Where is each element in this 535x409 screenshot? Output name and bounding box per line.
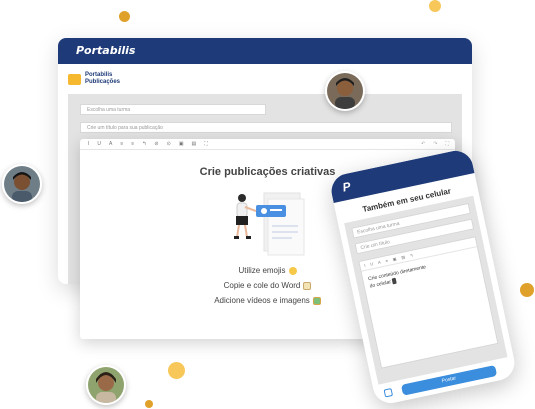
publicacoes-logo: Portabilis Publicações <box>68 72 120 86</box>
user-avatar <box>86 365 126 405</box>
sub-brand-line2: Publicações <box>85 79 121 85</box>
attach-image-icon[interactable] <box>383 387 394 398</box>
user-avatar <box>325 71 365 111</box>
font-size-button[interactable]: A <box>378 260 382 265</box>
user-avatar <box>2 164 42 204</box>
feature-text: Copie e cole do Word <box>223 281 301 290</box>
memo-emoji-icon <box>303 281 312 290</box>
brand-logo: Portabilis <box>76 44 136 57</box>
phone-emoji-icon <box>391 277 397 285</box>
chat-bubble-icon <box>68 73 81 85</box>
decorative-dot <box>145 400 153 408</box>
fullscreen-button[interactable]: ⛶ <box>204 141 208 147</box>
title-input[interactable]: Crie um título para sua publicação <box>80 122 452 133</box>
underline-button[interactable]: U <box>97 141 101 147</box>
italic-button[interactable]: I <box>364 263 366 268</box>
decorative-dot <box>119 11 130 22</box>
picture-emoji-icon <box>312 296 321 305</box>
feature-text: Adicione vídeos e imagens <box>214 296 310 305</box>
decorative-dot <box>429 0 441 12</box>
align-button[interactable]: ≡ <box>131 141 134 147</box>
feature-text: Utilize emojis <box>238 266 286 275</box>
link-button[interactable]: ↰ <box>409 253 413 259</box>
smile-emoji-icon <box>288 266 297 275</box>
phone-editor[interactable]: I U A ≡ ▣ ▤ ↰ Crie conteúdo diretamente … <box>358 236 499 369</box>
list-button[interactable]: ≡ <box>385 258 388 263</box>
clear-format-button[interactable]: ⊘ <box>154 141 158 147</box>
sub-brand-line1: Portabilis <box>85 72 113 78</box>
phone-mockup: P Também em seu celular Escolha uma turm… <box>328 147 518 407</box>
font-size-button[interactable]: A <box>109 141 112 147</box>
decorative-dot <box>168 362 185 379</box>
list-button[interactable]: ≡ <box>120 141 123 147</box>
phone-form-panel: Escolha uma turma Crie um título I U A ≡… <box>344 195 508 385</box>
link-button[interactable]: ↰ <box>142 141 146 147</box>
table-button[interactable]: ▤ <box>192 141 197 147</box>
decorative-dot <box>520 283 534 297</box>
redo-button[interactable]: ↷ <box>433 141 437 147</box>
image-button[interactable]: ▣ <box>392 256 397 262</box>
expand-button[interactable]: ⛶ <box>445 141 449 147</box>
emoji-button[interactable]: ⊙ <box>167 141 171 147</box>
italic-button[interactable]: I <box>88 141 89 147</box>
class-select[interactable]: Escolha uma turma <box>80 104 266 115</box>
phone-brand-logo: P <box>341 179 352 195</box>
underline-button[interactable]: U <box>370 261 374 266</box>
image-button[interactable]: ▣ <box>179 141 184 147</box>
table-button[interactable]: ▤ <box>401 254 406 260</box>
woman-with-document-illustration <box>234 192 305 256</box>
editor-toolbar: I U A ≡ ≡ ↰ ⊘ ⊙ ▣ ▤ ⛶ ↶ ↷ ⛶ <box>80 139 455 150</box>
app-header: Portabilis <box>58 38 472 64</box>
undo-button[interactable]: ↶ <box>421 141 425 147</box>
